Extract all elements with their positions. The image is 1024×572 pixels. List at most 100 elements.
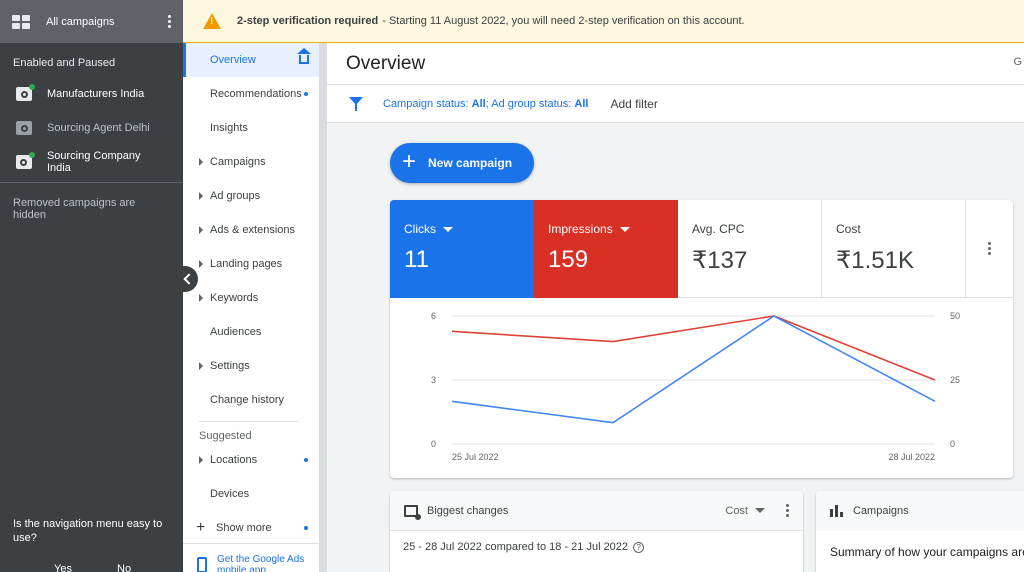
nav-item-label: Overview	[210, 54, 256, 66]
nav-item-landing-pages[interactable]: Landing pages	[183, 247, 319, 281]
metric-impressions[interactable]: Impressions 159	[534, 200, 678, 298]
nav-item-label: Audiences	[210, 326, 262, 338]
mobile-app-label: Get the Google Ads mobile app	[217, 554, 305, 572]
chart-options-button[interactable]	[966, 200, 1013, 298]
nav-item-campaigns[interactable]: Campaigns	[183, 145, 319, 179]
metric-clicks[interactable]: Clicks 11	[390, 200, 534, 298]
active-filters[interactable]: Campaign status: All; Ad group status: A…	[383, 98, 588, 110]
nav-item-label: Ad groups	[210, 190, 261, 202]
caret-right-icon	[199, 192, 203, 200]
search-campaign-icon	[16, 152, 35, 169]
enabled-status-dot	[29, 84, 35, 90]
metric-label: Impressions	[548, 222, 613, 236]
series-line-clicks	[451, 315, 936, 424]
page-title: Overview	[346, 53, 426, 74]
banner-title: 2-step verification required	[237, 15, 379, 27]
y-left-tick-label: 3	[431, 375, 436, 385]
filter-bar: Campaign status: All; Ad group status: A…	[327, 85, 1024, 123]
nav-item-recommendations[interactable]: Recommendations	[183, 77, 319, 111]
metric-selector-label: Cost	[725, 504, 748, 517]
nav-item-change-history[interactable]: Change history	[183, 383, 319, 417]
filter-icon[interactable]	[349, 96, 363, 111]
card-title: Biggest changes	[427, 504, 509, 517]
feedback-question: Is the navigation menu easy to use?	[13, 518, 163, 544]
nav-item-audiences[interactable]: Audiences	[183, 315, 319, 349]
metric-label: Cost	[836, 222, 861, 236]
nav-item-insights[interactable]: Insights	[183, 111, 319, 145]
nav-item-keywords[interactable]: Keywords	[183, 281, 319, 315]
enabled-status-dot	[28, 152, 35, 158]
chevron-left-icon	[183, 273, 195, 285]
show-more-button[interactable]: + Show more	[183, 511, 319, 545]
campaign-name: Sourcing Company India	[46, 150, 141, 174]
nav-item-label: Insights	[210, 122, 248, 134]
page-header: Overview G	[327, 43, 1024, 85]
nav-item-label: Keywords	[210, 292, 259, 304]
more-options-icon[interactable]	[167, 15, 171, 28]
removed-campaigns-note: Removed campaigns are hidden	[13, 197, 136, 221]
nav-item-locations[interactable]: Locations	[183, 443, 319, 477]
y-right-tick-label: 25	[950, 375, 960, 385]
dropdown-arrow-icon	[443, 226, 453, 232]
help-icon[interactable]: ?	[633, 541, 645, 553]
campaign-panel-header[interactable]: All campaigns	[0, 0, 183, 43]
series-line-impressions	[451, 315, 936, 381]
more-vert-icon[interactable]	[785, 504, 789, 517]
changes-icon	[404, 504, 421, 520]
y-left-tick-label: 0	[431, 439, 436, 449]
y-right-tick-label: 0	[950, 439, 955, 449]
y-left-tick-label: 6	[431, 311, 436, 321]
dropdown-arrow-icon	[619, 226, 630, 232]
nav-item-overview[interactable]: Overview	[183, 43, 319, 77]
search-campaign-icon	[16, 121, 32, 135]
y-right-tick-label: 50	[950, 311, 960, 321]
bar-chart-icon	[830, 505, 843, 517]
metric-cost[interactable]: Cost ₹1.51K	[822, 200, 966, 298]
campaigns-summary: Summary of how your campaigns are	[830, 545, 1024, 559]
add-filter-button[interactable]: Add filter	[610, 97, 657, 111]
metric-value: 11	[404, 246, 429, 273]
verification-banner: 2-step verification required - Starting …	[183, 0, 1024, 43]
metric-value: 159	[548, 246, 589, 273]
campaign-item[interactable]: Manufacturers India	[0, 77, 183, 111]
nav-item-settings[interactable]: Settings	[183, 349, 319, 383]
nav-item-ads-extensions[interactable]: Ads & extensions	[183, 213, 319, 247]
nav-item-label: Landing pages	[210, 258, 283, 270]
page-navigation: Overview Recommendations Insights Campai…	[183, 43, 319, 572]
campaign-item[interactable]: Sourcing Agent Delhi	[0, 111, 183, 145]
nav-item-ad-groups[interactable]: Ad groups	[183, 179, 319, 213]
nav-item-label: Change history	[210, 394, 284, 406]
metric-selector[interactable]: Cost	[725, 505, 765, 517]
new-campaign-label: New campaign	[428, 156, 513, 170]
nav-item-label: Devices	[210, 488, 250, 500]
new-campaign-button[interactable]: + New campaign	[390, 143, 534, 183]
feedback-no-button[interactable]: No	[117, 563, 131, 572]
caret-right-icon	[199, 226, 203, 234]
x-tick-label: 25 Jul 2022	[452, 452, 499, 462]
nav-item-label: Settings	[210, 360, 250, 372]
campaign-item[interactable]: Sourcing Company India	[0, 145, 183, 179]
dropdown-arrow-icon	[755, 508, 765, 513]
nav-item-devices[interactable]: Devices	[183, 477, 319, 511]
notification-dot	[304, 458, 308, 462]
feedback-yes-button[interactable]: Yes	[54, 563, 72, 572]
mobile-app-link[interactable]: Get the Google Ads mobile app	[183, 543, 319, 572]
plus-icon: +	[402, 147, 417, 175]
campaign-filter-label: Enabled and Paused	[13, 57, 116, 69]
line-chart: 0 3 6 0 25 50 25 Jul 2022 28 Jul 2022	[431, 311, 960, 462]
banner-text: - Starting 11 August 2022, you will need…	[382, 15, 745, 27]
all-campaigns-title[interactable]: All campaigns	[46, 16, 167, 28]
campaign-name: Sourcing Agent Delhi	[47, 122, 150, 134]
plus-icon: +	[196, 519, 206, 536]
metric-label: Avg. CPC	[692, 222, 745, 236]
caret-right-icon	[199, 362, 203, 370]
nav-scrollbar[interactable]	[319, 43, 327, 572]
suggested-section-label: Suggested	[199, 421, 299, 443]
caret-right-icon	[199, 294, 203, 302]
metric-avg-cpc[interactable]: Avg. CPC ₹137	[678, 200, 822, 298]
campaign-panel: All campaigns Enabled and Paused Manufac…	[0, 0, 183, 572]
performance-chart-card: Clicks 11 Impressions 159 Avg. CPC ₹137 …	[390, 200, 1013, 478]
campaign-name: Manufacturers India	[47, 88, 145, 100]
grid-icon	[12, 14, 30, 29]
campaigns-card: Campaigns Summary of how your campaigns …	[816, 491, 1024, 572]
